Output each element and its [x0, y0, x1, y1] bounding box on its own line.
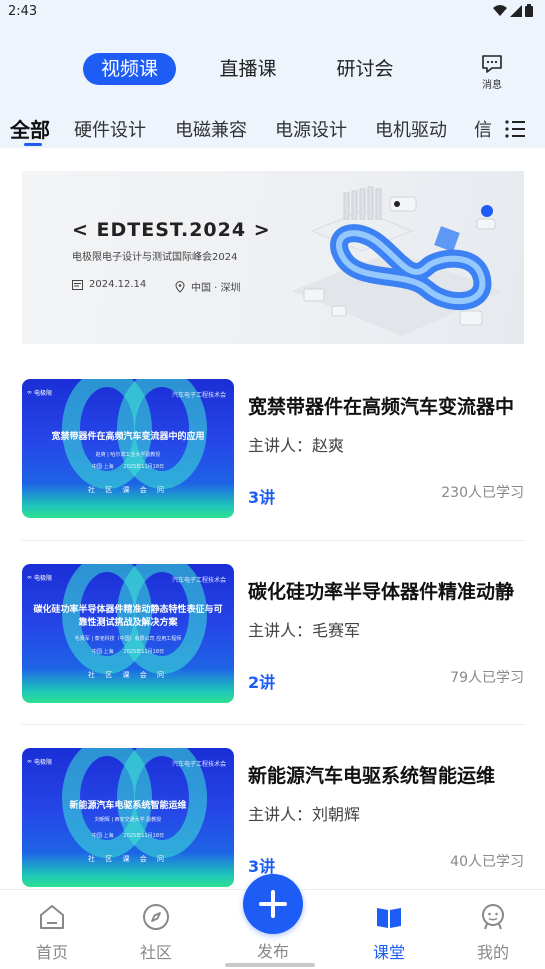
category-signal[interactable]: 信 — [474, 116, 492, 142]
status-icons — [493, 4, 533, 17]
thumb-speaker: 毛赛军 | 泰克科技（中国）有限公司 应用工程师 — [74, 636, 182, 642]
category-all[interactable]: 全部 — [10, 114, 50, 143]
course-lesson-count: 2讲 — [248, 673, 276, 692]
tab-video-course[interactable]: 视频课 — [83, 53, 177, 85]
banner-date: 2024.12.14 — [89, 279, 147, 290]
nav-classroom-label: 课堂 — [372, 943, 405, 962]
battery-icon — [525, 4, 533, 17]
category-row: 全部 硬件设计 电磁兼容 电源设计 电机驱动 信 — [0, 112, 545, 148]
thumb-logo: ∞ 电极限 — [27, 758, 53, 766]
course-speaker: 主讲人：刘朝辉 — [248, 805, 361, 824]
status-bar: 2:43 — [0, 0, 545, 26]
logo-icon: ∞ — [27, 574, 32, 581]
status-time: 2:43 — [8, 4, 38, 19]
course-speaker: 主讲人：毛赛军 — [248, 621, 361, 640]
compass-icon — [143, 904, 169, 930]
course-title: 宽禁带器件在高频汽车变流器中 — [248, 396, 515, 418]
signal-icon — [510, 4, 522, 17]
location-pin-icon — [175, 280, 185, 293]
banner-location-row: 中国 · 深圳 — [175, 279, 241, 294]
thumb-meta: 中国·上海 2025年11月18日 — [91, 833, 165, 839]
event-banner[interactable]: < EDTEST.2024 > 电极限电子设计与测试国际峰会2024 2024.… — [22, 171, 524, 344]
banner-date-row: 2024.12.14 — [72, 279, 146, 290]
course-thumbnail: ∞ 电极限 汽车电子工程技术会 碳化硅功率半导体器件精准动静态特性表征与可靠性测试… — [22, 564, 234, 703]
logo-icon: ∞ — [27, 758, 32, 765]
nav-home-label: 首页 — [35, 943, 68, 962]
category-motor-drive[interactable]: 电机驱动 — [375, 116, 447, 142]
tab-live-course[interactable]: 直播课 — [215, 53, 281, 85]
message-icon — [482, 55, 502, 73]
thumb-title: 碳化硅功率半导体器件精准动静态特性表征与可靠性测试挑战及解决方案 — [33, 605, 223, 628]
thumb-meta: 中国·上海 2025年11月18日 — [91, 649, 165, 655]
nav-profile[interactable]: 我的 — [448, 890, 538, 969]
banner-subtitle: 电极限电子设计与测试国际峰会2024 — [72, 252, 238, 263]
thumb-title: 宽禁带器件在高频汽车变流器中的应用 — [51, 432, 205, 442]
book-icon — [377, 908, 401, 928]
course-lesson-count: 3讲 — [248, 488, 276, 507]
tab-seminar[interactable]: 研讨会 — [332, 53, 398, 85]
course-speaker: 主讲人：赵爽 — [248, 436, 345, 455]
course-thumbnail: ∞ 电极限 汽车电子工程技术会 宽禁带器件在高频汽车变流器中的应用 赵爽 | 哈尔… — [22, 379, 234, 518]
thumb-logo: ∞ 电极限 — [27, 574, 53, 582]
calendar-icon — [72, 280, 83, 290]
banner-title: < EDTEST.2024 > — [72, 219, 271, 241]
thumb-logo: ∞ 电极限 — [27, 389, 53, 397]
wifi-icon — [493, 4, 507, 16]
course-thumbnail: ∞ 电极限 汽车电子工程技术会 新能源汽车电驱系统智能运维 刘朝辉 | 西安交通大… — [22, 748, 234, 887]
course-card[interactable]: ∞ 电极限 汽车电子工程技术会 宽禁带器件在高频汽车变流器中的应用 赵爽 | 哈尔… — [22, 379, 545, 519]
divider — [22, 540, 524, 541]
nav-community-label: 社区 — [139, 943, 172, 962]
thumb-bottom: 社 区 课 会 问 — [88, 486, 168, 494]
divider — [22, 724, 524, 725]
thumb-org: 汽车电子工程技术会 — [171, 577, 226, 584]
course-title: 新能源汽车电驱系统智能运维 — [248, 765, 496, 787]
course-learner-count: 79人已学习 — [450, 670, 524, 686]
category-menu-icon[interactable] — [504, 118, 526, 140]
thumb-speaker: 赵爽 | 哈尔滨工业大学副教授 — [95, 452, 161, 458]
thumb-org: 汽车电子工程技术会 — [171, 392, 226, 399]
course-title: 碳化硅功率半导体器件精准动静 — [248, 581, 515, 603]
course-learner-count: 40人已学习 — [450, 854, 524, 870]
home-indicator[interactable] — [225, 963, 315, 967]
home-icon — [40, 905, 64, 929]
logo-icon: ∞ — [27, 389, 32, 396]
thumb-meta: 中国·上海 2025年11月18日 — [91, 464, 165, 470]
thumb-title: 新能源汽车电驱系统智能运维 — [69, 801, 187, 811]
message-button[interactable]: 消息 — [474, 52, 510, 91]
publish-label: 发布 — [256, 942, 289, 961]
course-learner-count: 230人已学习 — [441, 485, 524, 501]
profile-icon — [482, 904, 504, 930]
category-hardware-design[interactable]: 硬件设计 — [74, 116, 146, 142]
course-card[interactable]: ∞ 电极限 汽车电子工程技术会 碳化硅功率半导体器件精准动静态特性表征与可靠性测试… — [22, 564, 545, 704]
category-active-indicator — [24, 143, 42, 146]
thumb-bottom: 社 区 课 会 问 — [88, 671, 168, 679]
nav-profile-label: 我的 — [476, 943, 509, 962]
thumb-bottom: 社 区 课 会 问 — [88, 855, 168, 863]
thumb-speaker: 刘朝辉 | 西安交通大学 副教授 — [94, 817, 162, 823]
nav-community[interactable]: 社区 — [111, 890, 201, 969]
category-emc[interactable]: 电磁兼容 — [175, 116, 247, 142]
publish-button[interactable] — [243, 874, 303, 934]
banner-illustration — [292, 186, 502, 336]
course-card[interactable]: ∞ 电极限 汽车电子工程技术会 新能源汽车电驱系统智能运维 刘朝辉 | 西安交通大… — [22, 748, 545, 888]
nav-home[interactable]: 首页 — [7, 890, 97, 969]
message-label: 消息 — [482, 80, 502, 91]
plus-icon — [259, 890, 287, 918]
thumb-org: 汽车电子工程技术会 — [171, 761, 226, 768]
banner-location: 中国 · 深圳 — [191, 283, 241, 294]
category-power-design[interactable]: 电源设计 — [275, 116, 347, 142]
nav-classroom[interactable]: 课堂 — [344, 890, 434, 969]
